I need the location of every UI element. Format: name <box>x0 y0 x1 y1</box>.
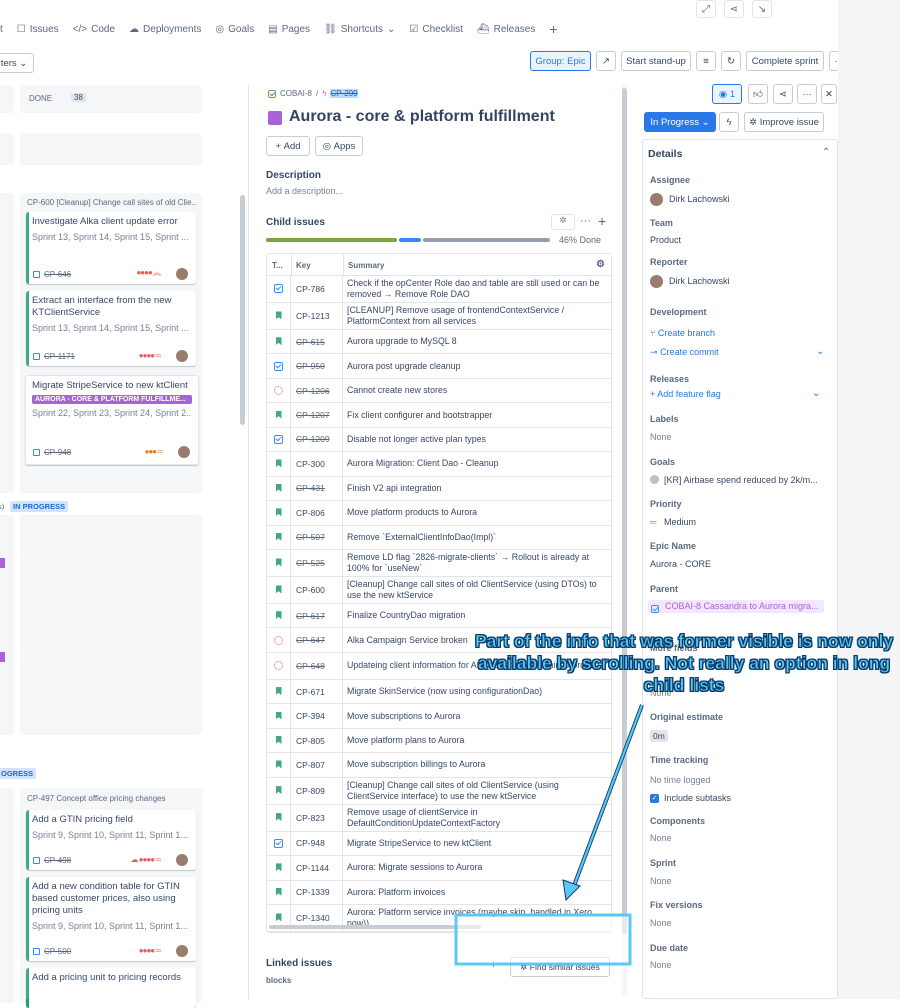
annotation-text: Part of the info that was former visible… <box>474 631 894 696</box>
annotation-arrow <box>454 704 644 966</box>
